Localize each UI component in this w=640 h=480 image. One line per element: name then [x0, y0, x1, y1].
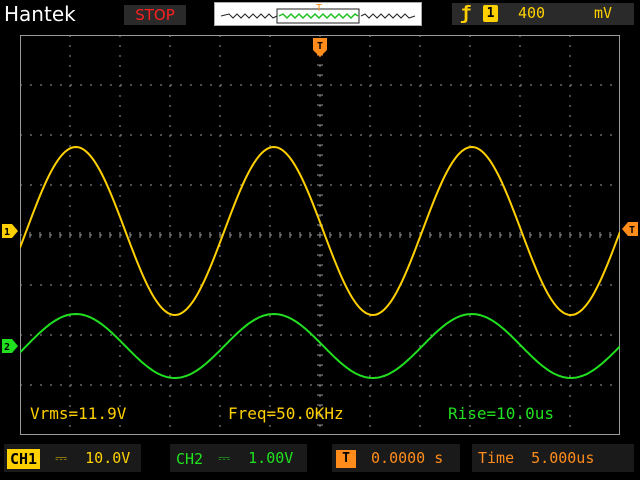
ch2-label: CH2 — [176, 449, 204, 468]
ch2-settings-panel[interactable]: CH2 ⎓ 1.00V — [170, 444, 307, 472]
time-label: Time — [478, 449, 515, 467]
trigger-info-panel[interactable]: ƒ 1 400 mV — [452, 2, 634, 25]
dc-coupling-icon: ⎓ — [55, 449, 67, 467]
brand-logo: Hantek — [4, 2, 76, 26]
ch2-volts-per-div: 1.00V — [248, 449, 294, 467]
dc-coupling-icon: ⎓ — [218, 449, 230, 467]
trigger-level-unit: mV — [594, 4, 613, 22]
ch2-ground-marker[interactable]: 2 — [2, 339, 18, 353]
ch1-volts-per-div: 10.0V — [85, 449, 131, 467]
timebase-overview[interactable]: T — [214, 2, 422, 26]
run-stop-button[interactable]: STOP — [124, 5, 186, 25]
svg-text:2: 2 — [4, 342, 10, 353]
trigger-level-value: 400 — [518, 4, 546, 22]
traces — [20, 145, 620, 379]
ch1-settings-panel[interactable]: CH1 ⎓ 10.0V — [4, 444, 141, 472]
measurement-frequency: Freq=50.0KHz — [228, 404, 344, 423]
svg-text:T: T — [629, 225, 635, 236]
ch1-label: CH1 — [7, 448, 41, 469]
measurement-vrms: Vrms=11.9V — [30, 404, 127, 423]
trigger-offset-value: 0.0000 s — [371, 449, 444, 467]
rising-edge-icon: ƒ — [460, 2, 472, 24]
ch1-waveform — [20, 145, 620, 317]
overview-trigger-marker: T — [316, 3, 322, 14]
trigger-offset-panel[interactable]: T 0.0000 s — [332, 444, 460, 472]
time-per-div: 5.000us — [531, 449, 595, 467]
measurement-rise-time: Rise=10.0us — [448, 404, 554, 423]
top-bar: Hantek STOP T ƒ 1 400 mV — [0, 0, 640, 28]
timebase-overview-waveform: T — [220, 3, 416, 24]
timebase-panel[interactable]: Time 5.000us — [472, 444, 634, 472]
trigger-level-marker[interactable]: T — [622, 222, 638, 236]
ch2-waveform — [20, 312, 620, 379]
svg-text:1: 1 — [4, 227, 10, 238]
waveform-display[interactable] — [20, 35, 620, 435]
trigger-source-badge: 1 — [483, 5, 498, 22]
trigger-offset-icon: T — [336, 449, 356, 468]
ch1-ground-marker[interactable]: 1 — [2, 224, 18, 238]
